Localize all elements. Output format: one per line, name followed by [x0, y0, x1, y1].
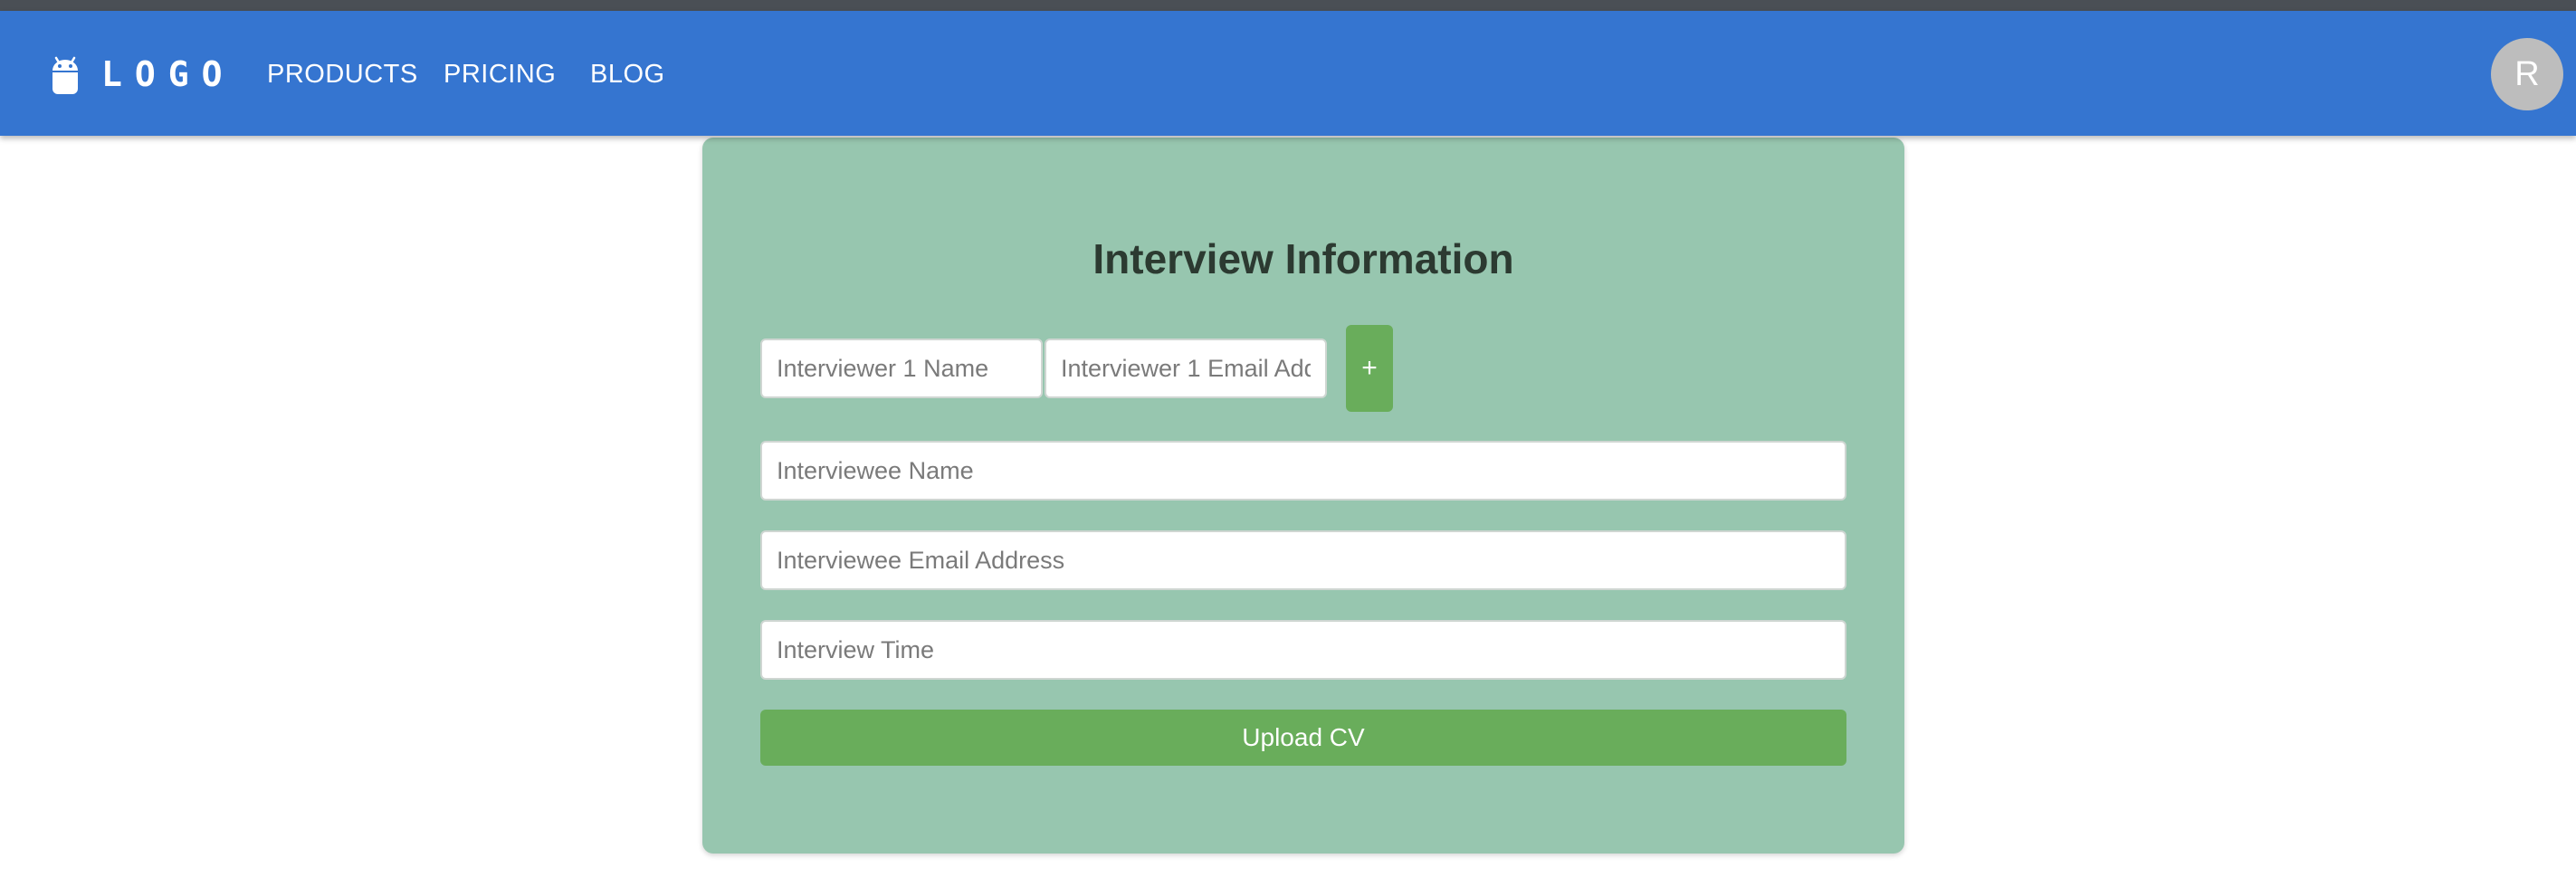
browser-top-strip — [0, 0, 2576, 11]
nav-pricing[interactable]: PRICING — [444, 56, 556, 92]
add-interviewer-button[interactable]: + — [1346, 325, 1393, 412]
avatar[interactable]: R — [2491, 38, 2563, 110]
nav-products[interactable]: PRODUCTS — [267, 56, 418, 92]
interviewee-name-input[interactable] — [760, 441, 1846, 501]
interview-form-card: Interview Information + Upload CV — [702, 138, 1904, 854]
interviewer-name-input[interactable] — [760, 339, 1043, 398]
logo-text[interactable]: LOGO — [101, 52, 235, 96]
interviewee-email-input[interactable] — [760, 530, 1846, 590]
nav-blog[interactable]: BLOG — [590, 56, 665, 92]
interviewer-email-input[interactable] — [1045, 339, 1327, 398]
upload-cv-button[interactable]: Upload CV — [760, 710, 1846, 766]
interview-time-input[interactable] — [760, 620, 1846, 680]
form-title: Interview Information — [1092, 235, 1514, 282]
android-icon — [49, 52, 81, 96]
app-bar: LOGO PRODUCTS PRICING BLOG R — [0, 11, 2576, 136]
